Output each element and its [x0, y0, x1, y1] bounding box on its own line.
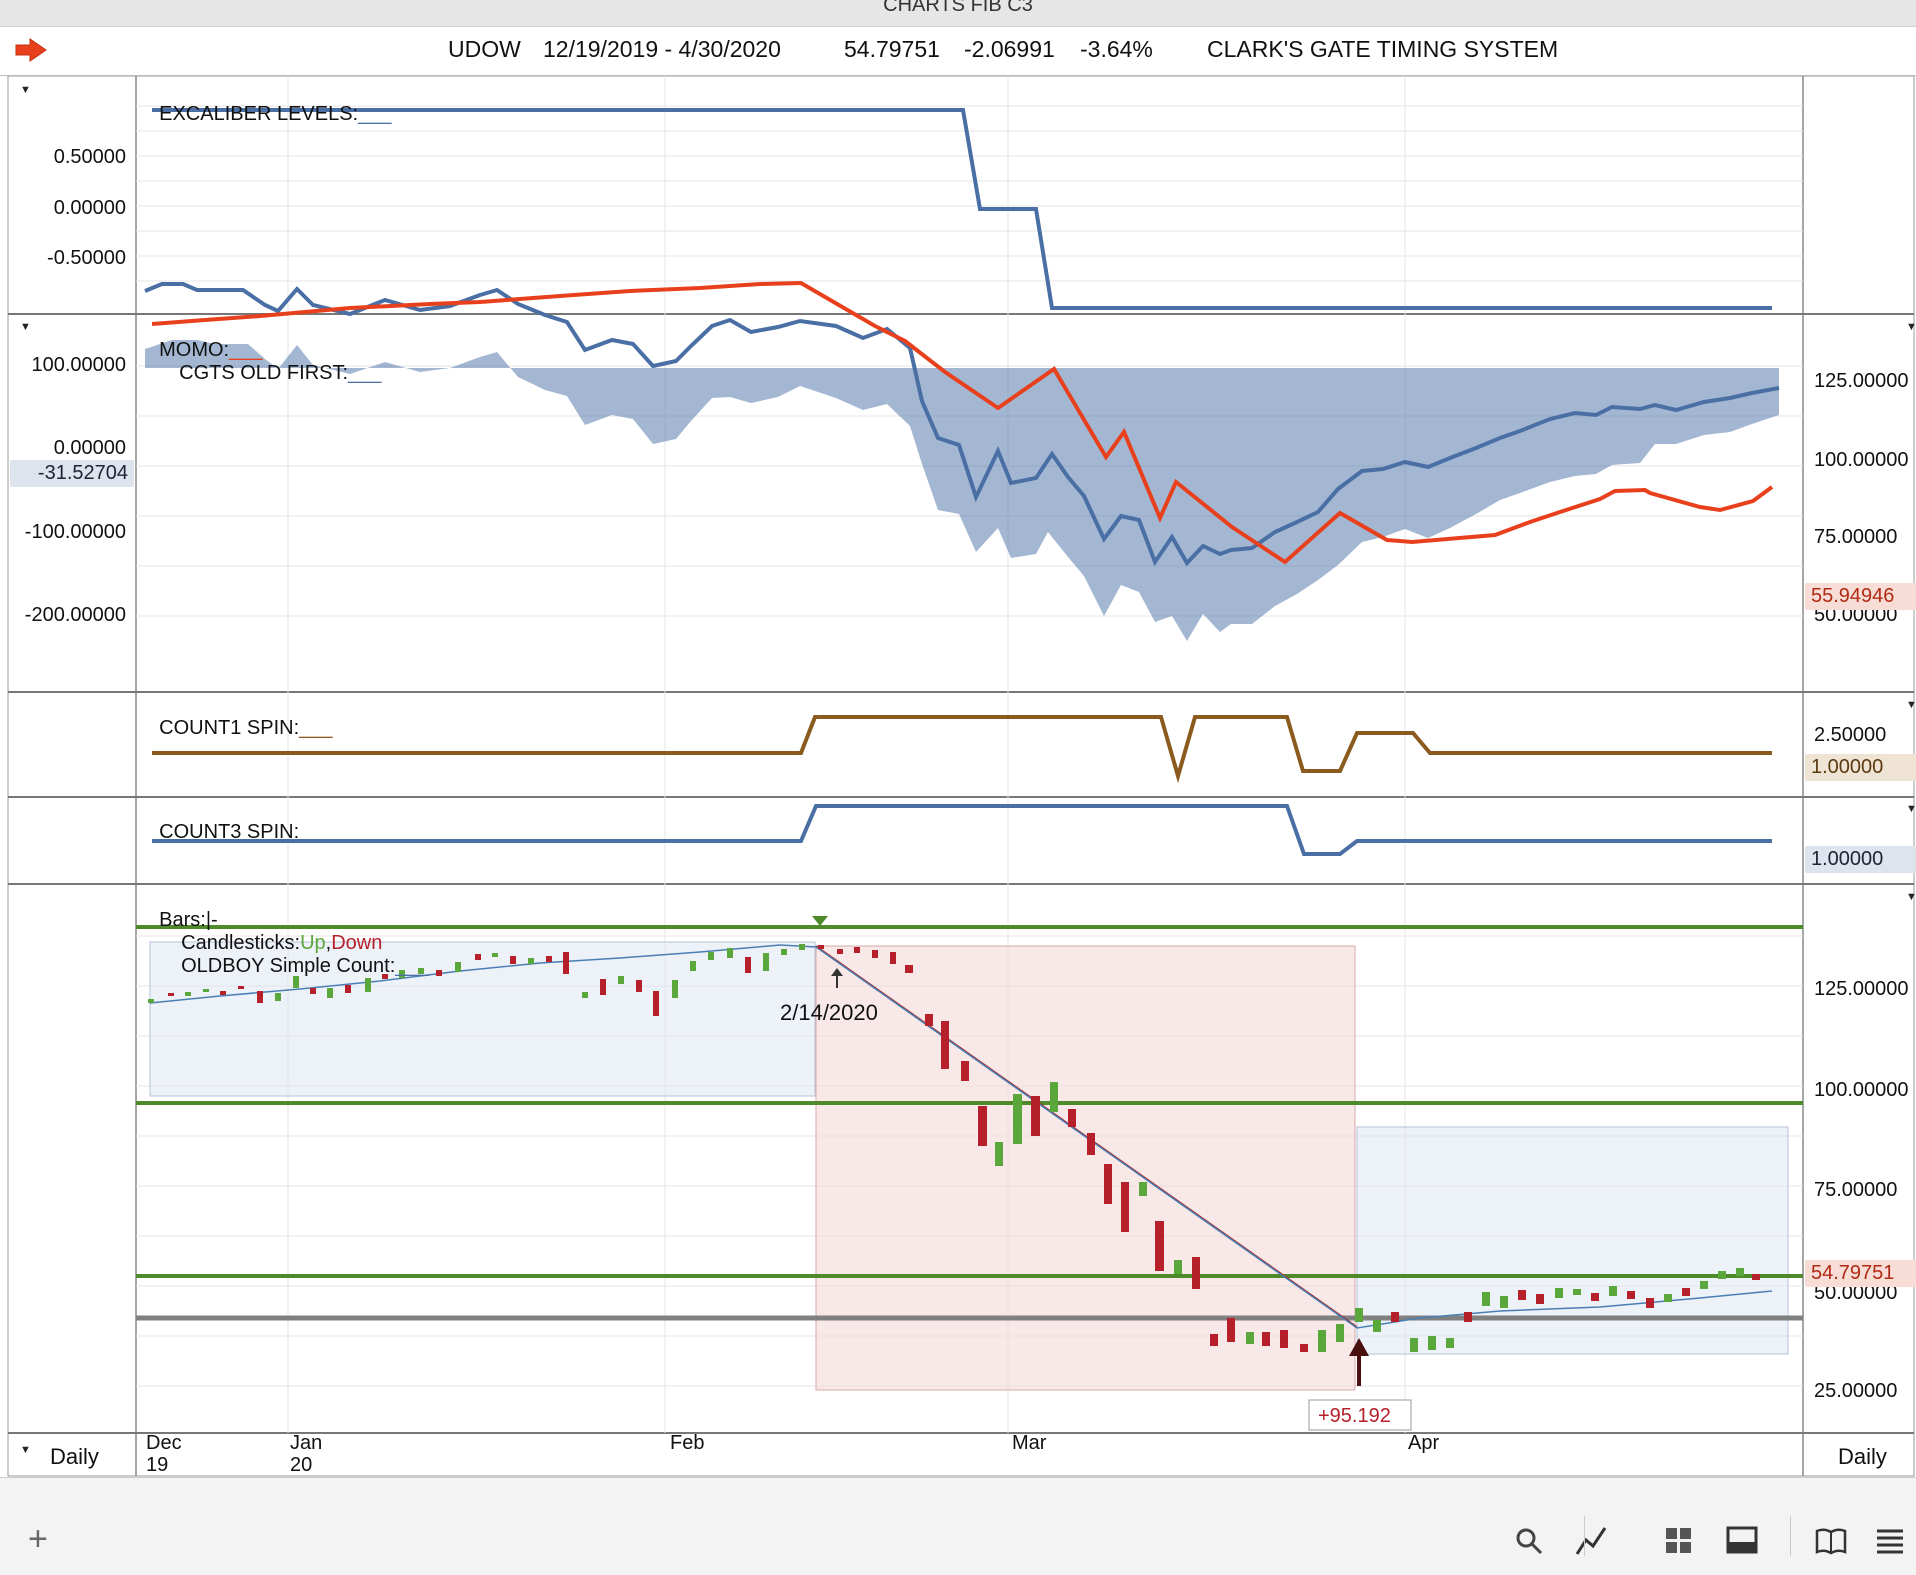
chart-canvas[interactable]	[0, 76, 1916, 1478]
zone-middle	[815, 945, 1356, 1391]
excaliber-ytick-2: 0.00000	[53, 197, 126, 219]
xaxis-month-dec: Dec 19	[146, 1432, 182, 1476]
bottom-toolbar	[0, 1477, 1916, 1575]
excaliber-collapse-icon[interactable]: ▼	[20, 80, 31, 98]
window-titlebar: CHARTS FIB C3	[0, 0, 1916, 27]
line-chart-icon[interactable]	[1574, 1524, 1608, 1563]
period-right[interactable]: Daily	[1838, 1444, 1887, 1470]
plus-icon[interactable]: +	[28, 1520, 48, 1559]
cgts-legend-swatch: ___	[348, 362, 382, 384]
count1-line	[152, 715, 1772, 784]
excaliber-label: EXCALIBER LEVELS:___	[148, 80, 391, 126]
count3-line	[152, 804, 1772, 856]
momo-right-tick-3: 75.00000	[1814, 526, 1898, 548]
oldboy-legend-swatch: ___	[395, 955, 429, 977]
price-right-collapse-icon[interactable]: ▼	[1906, 887, 1916, 905]
excaliber-label-text: EXCALIBER LEVELS:	[159, 103, 359, 125]
candles-up-label: Up	[300, 932, 326, 954]
price-right-badge: 54.79751	[1805, 1260, 1916, 1287]
xaxis-year-20: 20	[290, 1454, 313, 1476]
xaxis-month-jan: Jan 20	[290, 1432, 322, 1476]
count3-right-collapse-icon[interactable]: ▼	[1906, 799, 1916, 817]
momo-right-collapse-icon[interactable]: ▼	[1906, 317, 1916, 335]
bars-label: Bars:	[159, 909, 206, 931]
count1-label-text: COUNT1 SPIN:	[159, 717, 300, 739]
toolbar-divider-2	[1790, 1516, 1791, 1556]
excaliber-ytick-3: -0.50000	[47, 247, 126, 269]
momo-ytick-3: -100.00000	[24, 521, 126, 543]
price-right-tick-3: 75.00000	[1814, 1179, 1898, 1201]
layout-icon[interactable]	[1726, 1526, 1758, 1561]
price-right-tick-5: 25.00000	[1814, 1380, 1898, 1402]
xaxis-month-feb: Feb	[670, 1432, 705, 1454]
xaxis-month-dec-label: Dec	[146, 1432, 182, 1454]
window-title: CHARTS FIB C3	[883, 0, 1033, 16]
xaxis-month-apr: Apr	[1408, 1432, 1440, 1454]
date-range: 12/19/2019 - 4/30/2020	[543, 36, 781, 62]
count1-right-tick-1: 2.50000	[1814, 724, 1887, 746]
xaxis-month-mar: Mar	[1012, 1432, 1047, 1454]
price-change: -2.06991	[964, 36, 1055, 62]
count1-label: COUNT1 SPIN:___	[148, 694, 333, 740]
candles-down-label: Down	[331, 932, 383, 954]
count3-legend-swatch: ___	[299, 821, 333, 843]
xaxis-month-jan-label: Jan	[290, 1432, 323, 1454]
count1-right-badge: 1.00000	[1805, 754, 1916, 781]
cgts-label-text: CGTS OLD FIRST:	[179, 362, 349, 384]
momo-ytick-4: -200.00000	[24, 604, 126, 626]
momo-value-badge: -31.52704	[10, 460, 134, 487]
momo-legend-swatch: ___	[229, 339, 263, 361]
momo-right-badge: 55.94946	[1805, 583, 1916, 610]
momo-label: MOMO:___ CGTS OLD FIRST:___	[148, 316, 381, 385]
momo-collapse-icon[interactable]: ▼	[20, 317, 31, 335]
search-icon[interactable]	[1514, 1526, 1544, 1561]
oldboy-label: OLDBOY Simple Count:	[181, 955, 396, 977]
price-legend: Bars:|- Candlesticks:Up,Down OLDBOY Simp…	[148, 886, 429, 978]
momo-label-text: MOMO:	[159, 339, 230, 361]
momo-right-tick-1: 125.00000	[1814, 370, 1909, 392]
count1-legend-swatch: ___	[299, 717, 333, 739]
count3-label: COUNT3 SPIN:___	[148, 798, 333, 844]
toolbar-divider-1	[1584, 1516, 1585, 1556]
grid-icon[interactable]	[1664, 1526, 1694, 1561]
candlesticks-label: Candlesticks:	[181, 932, 301, 954]
price-right-tick-2: 100.00000	[1814, 1079, 1909, 1101]
excaliber-legend-swatch: ___	[358, 103, 392, 125]
price-change-pct: -3.64%	[1080, 36, 1153, 62]
system-name: CLARK'S GATE TIMING SYSTEM	[1207, 36, 1559, 62]
xaxis-year-19: 19	[146, 1454, 169, 1476]
last-price: 54.79751	[844, 36, 940, 62]
count3-label-text: COUNT3 SPIN:	[159, 821, 300, 843]
book-icon[interactable]	[1814, 1526, 1848, 1561]
annotation-gain: +95.192	[1318, 1405, 1391, 1427]
excaliber-line	[152, 108, 1772, 310]
momo-ytick-2: 0.00000	[53, 437, 126, 459]
momo-right-tick-2: 100.00000	[1814, 449, 1909, 471]
annotation-date: 2/14/2020	[780, 1000, 878, 1025]
excaliber-ytick-1: 0.50000	[53, 146, 126, 168]
period-left[interactable]: Daily	[50, 1444, 99, 1470]
count1-right-collapse-icon[interactable]: ▼	[1906, 695, 1916, 713]
top-marker-icon	[812, 916, 828, 926]
xaxis-collapse-icon[interactable]: ▼	[20, 1440, 31, 1458]
bars-symbol: |-	[205, 909, 218, 931]
count1-grid	[287, 692, 1406, 797]
right-arrow-icon[interactable]	[14, 38, 48, 67]
count3-right-badge: 1.00000	[1805, 846, 1916, 873]
symbol: UDOW	[448, 36, 521, 62]
momo-ytick-1: 100.00000	[31, 354, 126, 376]
menu-icon[interactable]	[1874, 1526, 1906, 1559]
price-right-tick-1: 125.00000	[1814, 978, 1909, 1000]
chart-header	[0, 27, 1916, 76]
